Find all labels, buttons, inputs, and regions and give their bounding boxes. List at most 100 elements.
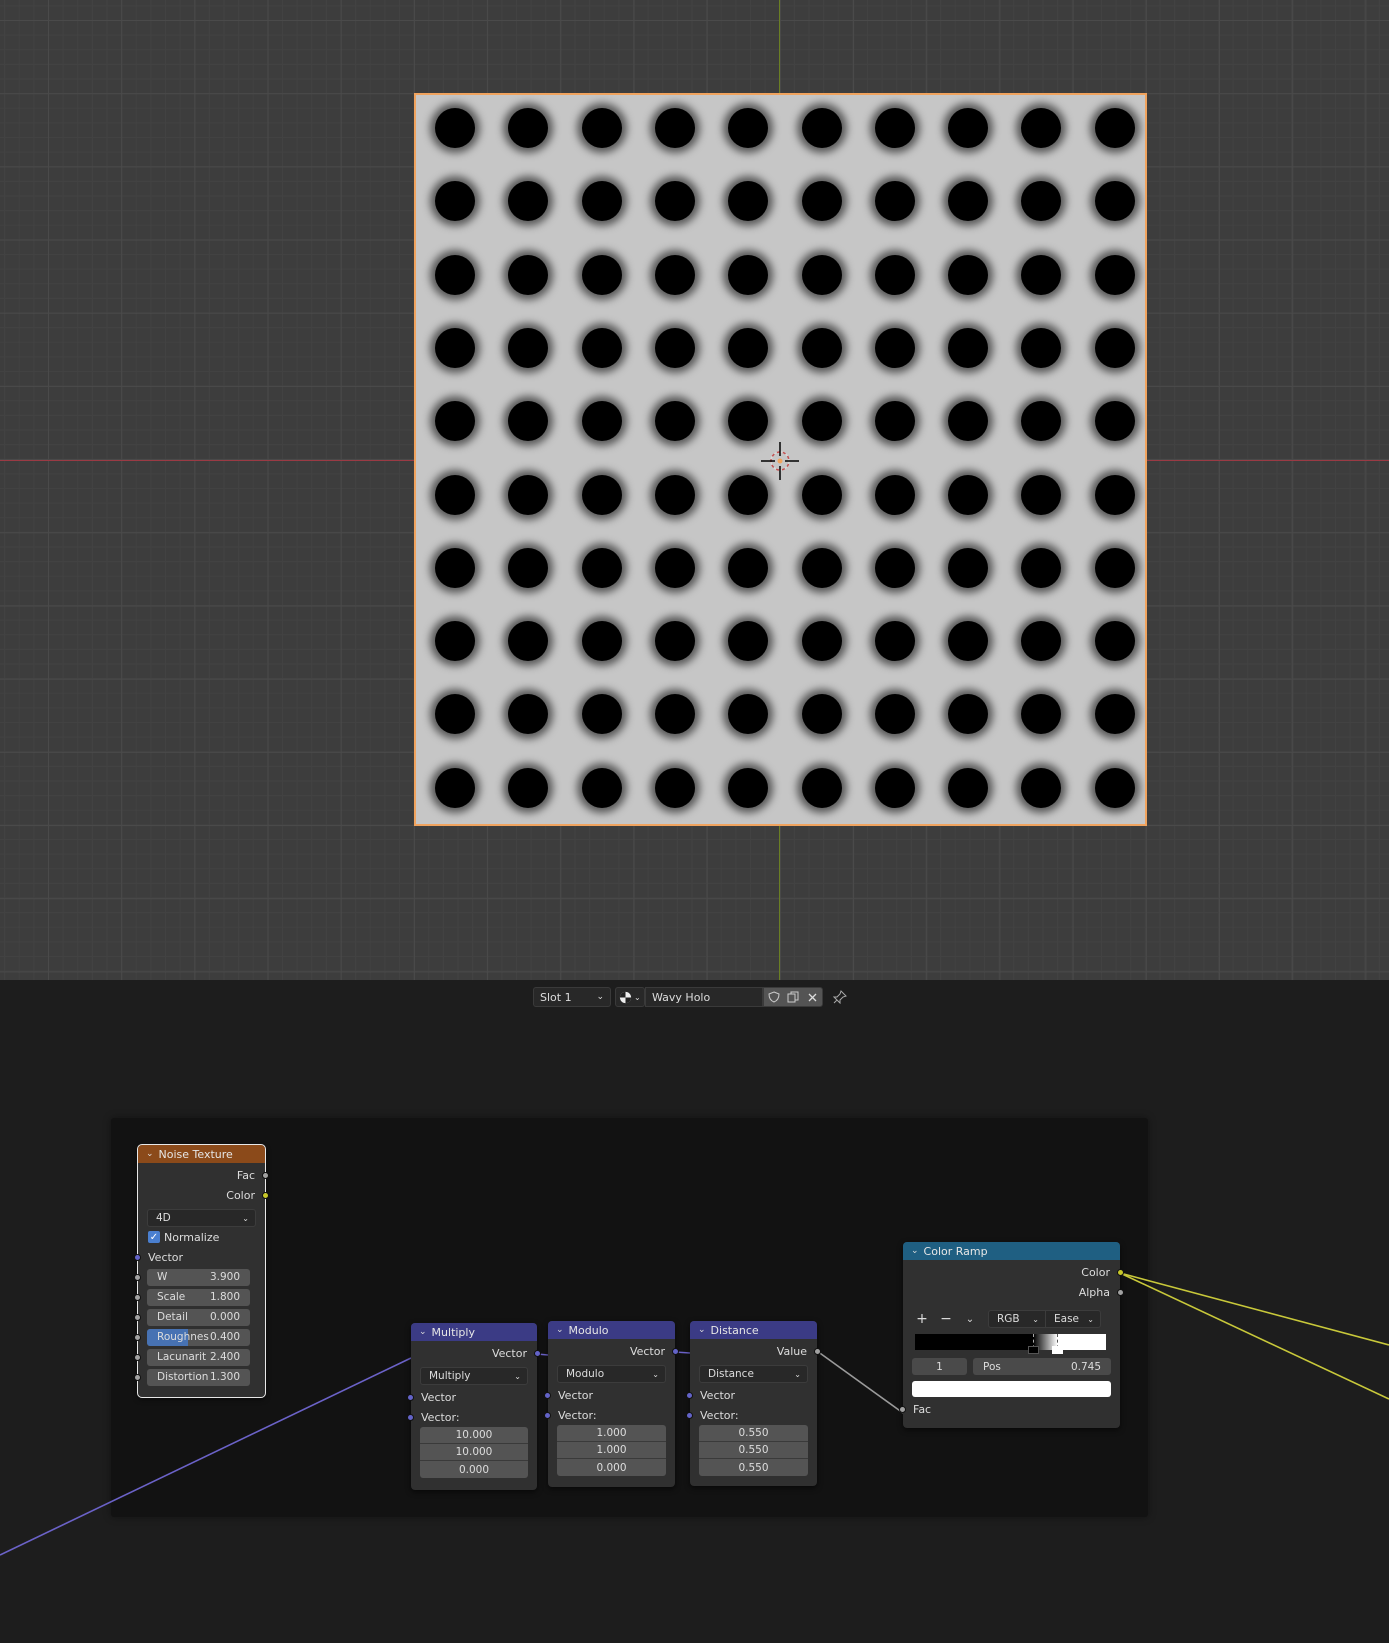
collapse-chevron-icon[interactable]: ⌄	[146, 1149, 154, 1159]
pin-icon[interactable]	[833, 990, 847, 1004]
socket-output-vector[interactable]	[672, 1347, 679, 1355]
material-sphere-icon	[619, 991, 632, 1003]
fake-user-shield-icon[interactable]	[768, 991, 780, 1003]
slot-dropdown[interactable]: Slot 1 ⌄	[533, 987, 611, 1007]
node-header[interactable]: ⌄ Noise Texture	[138, 1145, 265, 1163]
value-field[interactable]: W 3.900	[147, 1268, 250, 1286]
3d-viewport[interactable]	[0, 0, 1389, 980]
socket-input[interactable]	[134, 1273, 141, 1281]
add-stop-icon[interactable]: +	[912, 1311, 932, 1327]
field-label: Distortion	[157, 1371, 209, 1383]
socket-input-vector[interactable]	[686, 1391, 693, 1399]
socket-input[interactable]	[134, 1293, 141, 1301]
socket-fac[interactable]	[262, 1171, 269, 1179]
pattern-dot	[801, 767, 842, 808]
vector-y-field[interactable]: 1.000	[557, 1442, 666, 1459]
duplicate-icon[interactable]	[787, 991, 799, 1003]
vector-z-field[interactable]: 0.000	[420, 1461, 528, 1478]
socket-output-alpha[interactable]	[1117, 1288, 1124, 1296]
distance-node[interactable]: ⌄ Distance Value Distance ⌄ Vector Vector:…	[686, 1321, 821, 1486]
pattern-dot	[654, 181, 695, 222]
vector-x-field[interactable]: 10.000	[420, 1427, 528, 1444]
value-field[interactable]: Distortion 1.300	[147, 1368, 250, 1386]
field-value: 1.800	[209, 1291, 240, 1303]
vector-x-field[interactable]: 1.000	[557, 1425, 666, 1442]
node-header[interactable]: ⌄ Distance	[690, 1321, 817, 1339]
operation-dropdown[interactable]: Distance ⌄	[699, 1365, 808, 1383]
pattern-dot	[1094, 474, 1135, 515]
socket-vector[interactable]	[134, 1253, 141, 1261]
output-fac: Fac	[138, 1165, 269, 1185]
interpolation-dropdown[interactable]: Ease ⌄	[1045, 1310, 1101, 1328]
pattern-dot	[508, 327, 549, 368]
collapse-chevron-icon[interactable]: ⌄	[419, 1327, 427, 1337]
stop-color-swatch[interactable]	[912, 1381, 1111, 1397]
vector-z-field[interactable]: 0.000	[557, 1459, 666, 1476]
stop-position-field[interactable]: Pos 0.745	[973, 1358, 1111, 1375]
socket-input-vector[interactable]	[544, 1391, 551, 1399]
modulo-node[interactable]: ⌄ Modulo Vector Modulo ⌄ Vector Vector: 1.…	[544, 1321, 679, 1487]
normalize-checkbox[interactable]: ✓ Normalize	[138, 1227, 265, 1247]
ramp-stop-0[interactable]	[1028, 1334, 1040, 1354]
color-mode-dropdown[interactable]: RGB ⌄	[988, 1310, 1046, 1328]
close-icon[interactable]	[807, 992, 818, 1003]
pattern-dot	[874, 181, 915, 222]
3d-cursor-icon[interactable]	[761, 442, 799, 480]
collapse-chevron-icon[interactable]: ⌄	[556, 1325, 564, 1335]
pattern-dot	[1021, 621, 1062, 662]
socket-input[interactable]	[134, 1373, 141, 1381]
socket-input-fac[interactable]	[899, 1405, 906, 1413]
dimension-dropdown[interactable]: 4D ⌄	[147, 1209, 256, 1227]
pattern-dot	[728, 254, 769, 295]
vector-y-field[interactable]: 0.550	[699, 1442, 808, 1459]
socket-input[interactable]	[134, 1333, 141, 1341]
socket-color[interactable]	[262, 1191, 269, 1199]
pattern-dot	[728, 108, 769, 148]
ramp-stop-1-active[interactable]	[1052, 1334, 1064, 1354]
socket-input[interactable]	[134, 1313, 141, 1321]
value-field[interactable]: Detail 0.000	[147, 1308, 250, 1326]
remove-stop-icon[interactable]: −	[936, 1311, 956, 1327]
socket-input-vector-2[interactable]	[544, 1411, 551, 1419]
node-header[interactable]: ⌄ Modulo	[548, 1321, 675, 1339]
vector-x-field[interactable]: 0.550	[699, 1425, 808, 1442]
field-label: Roughnes	[157, 1331, 209, 1343]
pattern-dot	[435, 181, 475, 222]
chevron-down-icon: ⌄	[514, 1371, 521, 1381]
pattern-dot	[435, 401, 475, 442]
pattern-dot	[435, 474, 475, 515]
noise-texture-node[interactable]: ⌄ Noise Texture Fac Color 4D ⌄ ✓ Normalize …	[134, 1144, 269, 1398]
socket-input[interactable]	[134, 1353, 141, 1361]
collapse-chevron-icon[interactable]: ⌄	[698, 1325, 706, 1335]
chevron-down-icon[interactable]: ⌄	[960, 1314, 980, 1325]
operation-dropdown[interactable]: Modulo ⌄	[557, 1365, 666, 1383]
pattern-dot	[435, 108, 475, 148]
value-field[interactable]: Lacunarit 2.400	[147, 1348, 250, 1366]
chevron-down-icon: ⌄	[596, 992, 604, 1002]
node-header[interactable]: ⌄ Color Ramp	[903, 1242, 1120, 1260]
pattern-dot	[948, 694, 989, 735]
value-field[interactable]: Scale 1.800	[147, 1288, 250, 1306]
operation-dropdown[interactable]: Multiply ⌄	[420, 1367, 528, 1385]
material-browse-button[interactable]: ⌄	[615, 987, 645, 1007]
vector-y-field[interactable]: 10.000	[420, 1444, 528, 1461]
socket-input-vector-2[interactable]	[407, 1413, 414, 1421]
collapse-chevron-icon[interactable]: ⌄	[911, 1246, 919, 1256]
shader-node-editor[interactable]: Slot 1 ⌄ ⌄ Wavy Holo ⌄ Noise Texture Fac C…	[0, 980, 1389, 1643]
value-field[interactable]: Roughnes 0.400	[147, 1328, 250, 1346]
color-ramp-gradient[interactable]	[915, 1334, 1106, 1354]
pattern-dot	[728, 181, 769, 222]
node-header[interactable]: ⌄ Multiply	[411, 1323, 537, 1341]
pattern-dot	[948, 108, 989, 148]
vector-z-field[interactable]: 0.550	[699, 1459, 808, 1476]
material-name-field[interactable]: Wavy Holo	[645, 987, 763, 1007]
socket-output-value[interactable]	[814, 1347, 821, 1355]
color-ramp-node[interactable]: ⌄ Color Ramp Color Alpha + − ⌄ RGB ⌄ Ease ⌄…	[899, 1242, 1124, 1428]
pattern-dot	[1094, 401, 1135, 442]
multiply-node[interactable]: ⌄ Multiply Vector Multiply ⌄ Vector Vector…	[407, 1323, 541, 1490]
socket-output-color[interactable]	[1117, 1268, 1124, 1276]
socket-output-vector[interactable]	[534, 1349, 541, 1357]
socket-input-vector[interactable]	[407, 1393, 414, 1401]
socket-input-vector-2[interactable]	[686, 1411, 693, 1419]
active-stop-index-field[interactable]: 1	[912, 1358, 967, 1375]
